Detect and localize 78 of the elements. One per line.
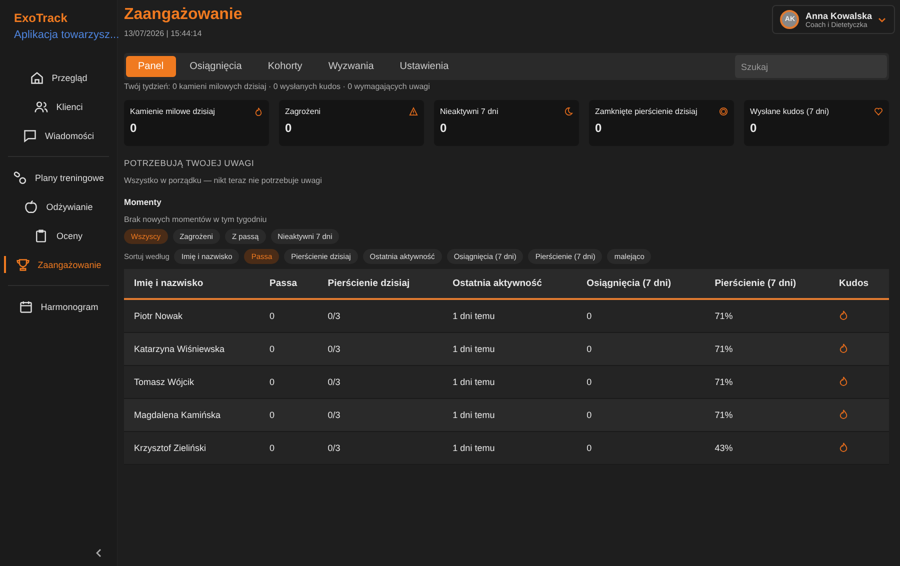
page-title: Zaangażowanie (124, 6, 242, 24)
clip-icon (34, 228, 48, 242)
collapse-icon[interactable] (94, 548, 104, 558)
flame-icon[interactable] (839, 310, 848, 320)
cal-icon (18, 300, 33, 314)
stat-value: 0 (440, 121, 448, 135)
table-cell: 1 dni temu (442, 432, 577, 464)
table-cell: 43% (704, 432, 829, 464)
table-cell: 71% (704, 332, 829, 366)
sidebar-item[interactable]: Przegląd (0, 63, 117, 92)
sidebar-item[interactable]: Wiadomości (0, 121, 117, 150)
table-cell: 0 (260, 432, 318, 464)
table-cell: 0 (260, 332, 318, 366)
stat-value: 0 (595, 121, 603, 135)
column-header[interactable]: Ostatnia aktywność (442, 269, 577, 299)
flame-icon[interactable] (839, 442, 848, 452)
flame-icon[interactable] (839, 409, 848, 419)
tab[interactable]: Kohorty (256, 56, 314, 77)
stat-label: Zagrożeni (285, 107, 321, 116)
users-icon (34, 100, 48, 114)
home-icon (30, 70, 44, 84)
pills-icon (12, 170, 27, 184)
table-cell: 0/3 (318, 398, 443, 432)
stat-label: Nieaktywni 7 dni (440, 107, 498, 116)
table-cell: 0 (576, 398, 705, 432)
stat-value: 0 (750, 121, 758, 135)
column-header[interactable]: Imię i nazwisko (124, 269, 260, 299)
brand-name: ExoTrack (14, 11, 68, 25)
sidebar-item[interactable]: Plany treningowe (0, 163, 117, 192)
column-header[interactable]: Pierścienie dzisiaj (318, 269, 443, 299)
table-cell: 1 dni temu (442, 398, 577, 432)
table-cell: 0/3 (318, 432, 443, 464)
flame-icon (254, 107, 263, 116)
column-header[interactable]: Passa (260, 269, 318, 299)
heart-icon (874, 107, 883, 116)
column-header[interactable]: Pierścienie (7 dni) (704, 269, 829, 299)
section-heading: Momenty (124, 197, 162, 207)
apple-icon (24, 200, 38, 214)
chat-icon (22, 128, 37, 142)
flame-icon[interactable] (839, 376, 848, 386)
user-name: Anna Kowalska (805, 10, 872, 20)
empty-message: Wszystko w porządku — nikt teraz nie potrzebuje uwagi (124, 176, 323, 185)
table-cell: Katarzyna Wiśniewska (124, 332, 260, 366)
flame-icon[interactable] (839, 343, 848, 353)
sidebar-item[interactable]: Odżywianie (0, 192, 117, 221)
summary-text: Twój tydzień: 0 kamieni milowych dzisiaj · 0 wysłanych kudos · 0 wymagających uwagi (124, 82, 431, 91)
tab[interactable]: Wyzwania (316, 56, 386, 77)
sidebar-item[interactable]: Oceny (0, 221, 117, 250)
column-header[interactable]: Osiągnięcia (7 dni) (576, 269, 705, 299)
table-cell: 0 (576, 432, 705, 464)
table-cell: 1 dni temu (442, 332, 577, 366)
sidebar-item[interactable]: Klienci (0, 92, 117, 121)
stat-label: Wysłane kudos (7 dni) (750, 107, 830, 116)
stat-value: 0 (285, 121, 293, 135)
moon-icon (564, 107, 573, 116)
search-field[interactable]: Szukaj (735, 55, 887, 78)
trophy-icon (16, 258, 30, 272)
column-header[interactable]: Kudos (829, 269, 889, 299)
table-cell: 71% (704, 398, 829, 432)
stat-label: Kamienie milowe dzisiaj (130, 107, 215, 116)
stat-value: 0 (130, 121, 138, 135)
brand-subtitle: Aplikacja towarzysz... (14, 29, 117, 41)
section-heading: POTRZEBUJĄ TWOJEJ UWAGI (124, 158, 256, 168)
sidebar-item[interactable]: Zaangażowanie (0, 250, 117, 279)
sidebar-item[interactable]: Harmonogram (0, 292, 117, 321)
empty-message: Brak nowych momentów w tym tygodniu (124, 215, 268, 224)
table-cell: Magdalena Kamińska (124, 398, 260, 432)
tab[interactable]: Osiągnięcia (178, 56, 254, 77)
ring-icon (719, 107, 728, 116)
table-cell: 0 (260, 398, 318, 432)
chevron-down-icon (878, 16, 886, 24)
table-cell: Krzysztof Zieliński (124, 432, 260, 464)
date-time: 13/07/2026 | 15:44:14 (124, 29, 203, 38)
table-cell: 0/3 (318, 332, 443, 366)
stat-label: Zamknięte pierścienie dzisiaj (595, 107, 698, 116)
tab[interactable]: Ustawienia (388, 56, 461, 77)
table-cell: 0 (576, 332, 705, 366)
warning-icon (409, 107, 418, 116)
